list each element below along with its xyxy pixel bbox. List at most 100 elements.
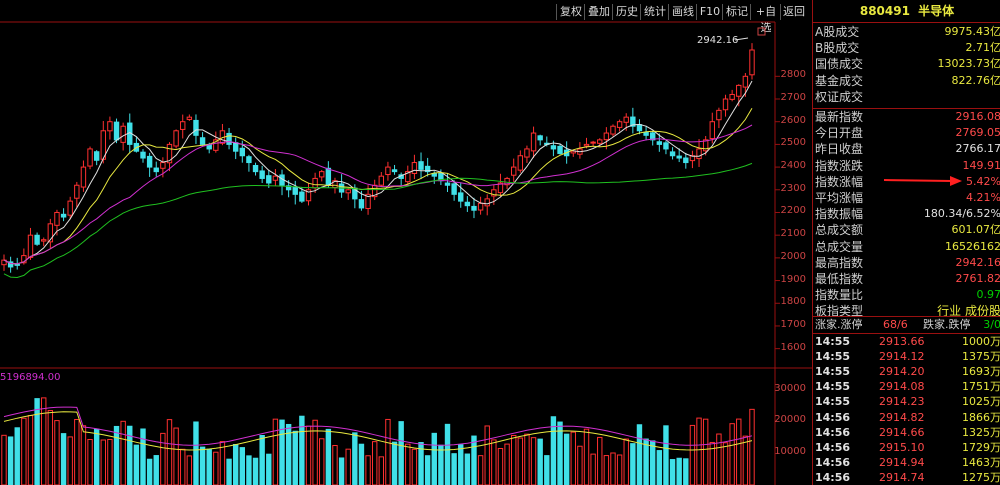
candle-body <box>537 135 543 141</box>
candle-body <box>729 93 735 100</box>
stat-label: 指数涨跌 <box>815 158 864 173</box>
candle-body <box>146 155 153 168</box>
stat-value: 2769.05 <box>955 126 1000 140</box>
volume-bar <box>312 419 318 485</box>
candle-body <box>736 84 742 97</box>
candle-body <box>616 121 623 128</box>
candle-body <box>557 145 563 154</box>
candle-body <box>709 121 715 140</box>
tick-row[interactable]: 14:55 2914.23 1025万 <box>813 394 1000 410</box>
candle-body <box>623 116 629 123</box>
volume-bar <box>146 458 153 485</box>
candle-body <box>603 132 610 141</box>
volume-header: 5196894.00 <box>0 372 61 383</box>
tick-price: 2915.10 <box>879 440 925 454</box>
index-code: 880491 <box>859 4 910 18</box>
candle-body <box>597 139 603 144</box>
volume-bar <box>140 428 146 485</box>
price-tick-label: 1600 <box>780 341 806 353</box>
tick-time: 14:56 <box>815 470 851 484</box>
volume-bar <box>206 448 212 485</box>
panel-header: 880491 半导体 <box>813 0 1000 23</box>
volume-bar <box>246 455 252 485</box>
candle-body <box>325 167 332 186</box>
stat-row: 国债成交 13023.73亿 <box>813 56 1000 72</box>
stat-row: 指数涨跌 149.91 <box>813 158 1000 174</box>
tick-row[interactable]: 14:56 2914.66 1325万 <box>813 425 1000 441</box>
volume-bar <box>93 428 100 485</box>
stat-row: 最新指数 2916.08 <box>813 109 1000 125</box>
candle-body <box>643 131 649 136</box>
candle-body <box>259 170 265 179</box>
volume-bar <box>60 433 67 485</box>
stat-value: 4.21% <box>966 191 1000 204</box>
volume-bar <box>213 451 219 485</box>
candle-body <box>87 148 93 167</box>
kline-chart-area[interactable]: 复权 叠加 历史 统计 画线 F10 标记 +自选 返回 2800 2700 2600 2500 240… <box>0 0 812 485</box>
candle-body <box>14 263 20 266</box>
tick-vol: 1693万 <box>962 365 1000 379</box>
volume-bar <box>590 453 596 485</box>
candle-body <box>80 166 87 188</box>
volume-bar <box>193 421 199 485</box>
candle-body <box>749 49 755 76</box>
price-tick-label: 2600 <box>780 114 806 126</box>
candle-body <box>590 141 596 144</box>
candle-body <box>186 116 193 120</box>
tick-row[interactable]: 14:56 2914.82 1866万 <box>813 410 1000 426</box>
volume-bar <box>491 439 497 485</box>
tick-row[interactable]: 14:55 2914.12 1375万 <box>813 349 1000 365</box>
candle-body <box>550 145 557 150</box>
volume-bar <box>603 455 610 485</box>
candle-body <box>451 183 457 195</box>
volume-bar <box>689 424 696 485</box>
volume-tick-label: 10000 <box>774 446 806 458</box>
tick-vol: 1375万 <box>962 350 1000 364</box>
volume-bar <box>325 428 332 485</box>
volume-tick-label: 20000 <box>774 414 806 426</box>
stat-row: 指数量比 0.97 <box>813 287 1000 303</box>
volume-bar <box>87 438 93 485</box>
volume-bar <box>371 441 378 485</box>
price-tick-label: 2800 <box>780 69 806 81</box>
tick-row[interactable]: 14:56 2914.74 1275万 <box>813 470 1000 485</box>
price-tick-label: 1700 <box>780 318 806 330</box>
volume-bar <box>219 441 226 485</box>
volume-bar <box>650 440 656 485</box>
tick-vol: 1275万 <box>962 470 1000 484</box>
volume-bar <box>630 443 636 485</box>
stat-row: 今日开盘 2769.05 <box>813 125 1000 141</box>
stat-value: 2766.17 <box>955 142 1000 156</box>
tick-row[interactable]: 14:55 2914.20 1693万 <box>813 364 1000 380</box>
volume-bar <box>153 455 159 485</box>
index-name: 半导体 <box>918 4 955 18</box>
stat-label: 基金成交 <box>815 73 864 88</box>
kline-chart[interactable] <box>0 0 812 485</box>
candle-body <box>41 239 47 242</box>
tick-row[interactable]: 14:55 2913.66 1000万 <box>813 334 1000 350</box>
stat-row: 权证成交 <box>813 89 1000 105</box>
stat-label: A股成交 <box>815 25 860 39</box>
volume-bar <box>120 420 126 485</box>
candle-body <box>232 142 239 152</box>
volume-bar <box>80 425 87 485</box>
volume-bar <box>424 455 431 485</box>
tick-row[interactable]: 14:55 2914.08 1751万 <box>813 379 1000 395</box>
candle-body <box>292 186 298 195</box>
candle-body <box>272 175 279 181</box>
stat-label: 指数量比 <box>815 288 864 303</box>
volume-bar <box>378 456 385 485</box>
tick-time: 14:55 <box>815 350 851 364</box>
volume-bar <box>252 457 259 485</box>
candle-body <box>153 167 159 173</box>
volume-bar <box>173 427 179 485</box>
tick-vol: 1463万 <box>962 455 1000 469</box>
tick-row[interactable]: 14:56 2914.94 1463万 <box>813 455 1000 471</box>
tick-row[interactable]: 14:56 2915.10 1729万 <box>813 440 1000 456</box>
candle-body <box>173 130 179 147</box>
volume-bar <box>597 436 603 485</box>
candle-body <box>378 175 385 186</box>
candle-body <box>676 155 682 159</box>
volume-bar <box>537 438 543 485</box>
volume-bar <box>464 453 471 485</box>
